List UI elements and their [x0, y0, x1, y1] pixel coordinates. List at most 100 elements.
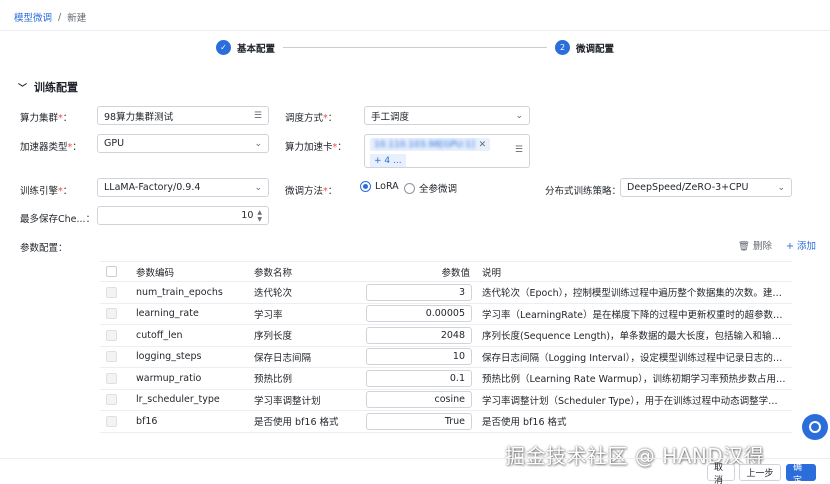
breadcrumb-parent-link[interactable]: 模型微调	[14, 10, 52, 24]
section-header-training-config[interactable]: ﹀ 训练配置	[18, 79, 78, 95]
check-icon: ✓	[216, 40, 231, 55]
row-checkbox[interactable]	[106, 351, 117, 363]
param-desc: 保存日志间隔（Logging Interval），设定模型训练过程中记录日志的间…	[476, 346, 792, 368]
step-label: 基本配置	[237, 43, 276, 55]
param-name: 学习率	[248, 303, 362, 325]
accel-card-tag: 10.110.103.98[GPU:1] ✕	[370, 138, 491, 151]
table-row: warmup_ratio 预热比例 0.1 预热比例（Learning Rate Wa…	[100, 367, 792, 390]
row-checkbox[interactable]	[106, 286, 117, 298]
param-name: 序列长度	[248, 324, 362, 347]
steps-bar: ✓ 基本配置 2 微调配置	[0, 39, 830, 57]
param-name: 预热比例	[248, 367, 362, 390]
accel-type-select[interactable]: GPU ⌄	[97, 134, 269, 153]
radio-unchecked-icon	[404, 182, 415, 194]
close-icon[interactable]: ✕	[479, 140, 487, 150]
confirm-button[interactable]: 确定	[786, 463, 816, 484]
chevron-down-icon: ▼	[257, 215, 262, 223]
param-desc: 学习率调整计划（Scheduler Type），用于在训练过程中动态调整学习..…	[476, 389, 792, 411]
list-icon: ☰	[253, 110, 262, 121]
table-row: lr_scheduler_type 学习率调整计划 cosine 学习率调整计划（Sc…	[100, 389, 792, 411]
table-header-row: 参数编码 参数名称 参数值 说明	[100, 261, 792, 282]
param-desc: 迭代轮次（Epoch），控制模型训练过程中遍历整个数据集的次数。建议...	[476, 281, 792, 304]
footer-bar	[0, 458, 830, 484]
accel-card-label: 算力加速卡*：	[285, 142, 347, 153]
param-desc: 预热比例（Learning Rate Warmup），训练初期学习率预热步数占用…	[476, 367, 792, 390]
step-basic-config[interactable]: ✓ 基本配置	[216, 40, 275, 55]
param-value-input[interactable]: 0.1	[366, 369, 472, 387]
radio-lora[interactable]: LoRA	[360, 181, 399, 192]
row-checkbox[interactable]	[106, 415, 117, 427]
param-code: logging_steps	[130, 346, 248, 368]
param-desc: 是否使用 bf16 格式	[476, 410, 792, 433]
chevron-up-icon: ▲	[257, 208, 262, 216]
row-checkbox[interactable]	[106, 308, 117, 320]
param-value-input[interactable]: 0.00005	[366, 305, 472, 323]
accel-card-more-tag[interactable]: + 4 ...	[370, 154, 406, 167]
param-desc: 学习率（LearningRate）是在梯度下降的过程中更新权重时的超参数，...	[476, 303, 792, 325]
radio-full-finetune[interactable]: 全参微调	[404, 181, 457, 195]
accel-type-label: 加速器类型*：	[20, 142, 82, 153]
step-label: 微调配置	[576, 43, 615, 55]
schedule-value: 手工调度	[371, 111, 410, 123]
col-header-value: 参数值	[362, 261, 476, 282]
schedule-select[interactable]: 手工调度 ⌄	[364, 106, 530, 125]
cancel-button[interactable]: 取消	[707, 463, 735, 484]
select-all-checkbox[interactable]	[106, 266, 117, 277]
strategy-value: DeepSpeed/ZeRO-3+CPU	[627, 182, 749, 193]
param-code: num_train_epochs	[130, 281, 248, 304]
keep-label: 最多保存Che...：	[20, 214, 96, 225]
breadcrumb-separator: /	[58, 11, 62, 23]
param-name: 迭代轮次	[248, 281, 362, 304]
strategy-select[interactable]: DeepSpeed/ZeRO-3+CPU ⌄	[620, 178, 792, 197]
engine-value: LLaMA-Factory/0.9.4	[104, 182, 201, 193]
param-value-input[interactable]: 3	[366, 283, 472, 301]
row-checkbox[interactable]	[106, 394, 117, 406]
param-value-input[interactable]: 2048	[366, 326, 472, 344]
delete-button[interactable]: 🗑 删除	[738, 238, 772, 252]
prev-step-button[interactable]: 上一步	[739, 464, 781, 481]
param-code: lr_scheduler_type	[130, 389, 248, 411]
row-checkbox[interactable]	[106, 372, 117, 384]
params-table: 参数编码 参数名称 参数值 说明 num_train_epochs 迭代轮次 3 迭代…	[100, 261, 792, 433]
step-finetune-config[interactable]: 2 微调配置	[555, 40, 614, 55]
param-name: 学习率调整计划	[248, 389, 362, 411]
cluster-value: 98算力集群测试	[104, 111, 174, 123]
plus-icon: +	[785, 241, 794, 252]
table-row: bf16 是否使用 bf16 格式 True 是否使用 bf16 格式	[100, 410, 792, 433]
col-header-name: 参数名称	[248, 261, 362, 282]
accel-type-value: GPU	[104, 138, 125, 149]
chat-icon	[809, 421, 821, 433]
cluster-select[interactable]: 98算力集群测试 ☰	[97, 106, 269, 125]
breadcrumb-current: 新建	[67, 13, 87, 24]
table-row: num_train_epochs 迭代轮次 3 迭代轮次（Epoch），控制模型训练过…	[100, 281, 792, 304]
accel-card-multiselect[interactable]: 10.110.103.98[GPU:1] ✕ + 4 ... ☰	[364, 134, 530, 168]
chevron-down-icon: ⌄	[777, 182, 785, 193]
chevron-down-icon: ﹀	[18, 83, 28, 94]
radio-lora-label: LoRA	[375, 181, 399, 192]
list-icon: ☰	[514, 145, 523, 155]
row-checkbox[interactable]	[106, 329, 117, 341]
engine-select[interactable]: LLaMA-Factory/0.9.4 ⌄	[97, 178, 269, 197]
param-value-input[interactable]: True	[366, 412, 472, 430]
chevron-down-icon: ⌄	[515, 110, 523, 121]
breadcrumb: 模型微调 / 新建	[14, 10, 87, 25]
radio-checked-icon	[360, 181, 371, 192]
table-row: cutoff_len 序列长度 2048 序列长度(Sequence Length)，…	[100, 324, 792, 347]
stepper-arrows[interactable]: ▲ ▼	[257, 209, 262, 223]
table-row: learning_rate 学习率 0.00005 学习率（LearningRate）…	[100, 303, 792, 325]
schedule-label: 调度方式*：	[285, 113, 338, 124]
table-row: logging_steps 保存日志间隔 10 保存日志间隔（Logging Inte…	[100, 346, 792, 368]
add-button[interactable]: + 添加	[786, 238, 816, 252]
param-code: learning_rate	[130, 303, 248, 325]
param-name: 是否使用 bf16 格式	[248, 410, 362, 433]
param-value-input[interactable]: 10	[366, 348, 472, 366]
param-name: 保存日志间隔	[248, 346, 362, 368]
step-number: 2	[555, 40, 570, 55]
header-divider	[0, 30, 830, 31]
keep-checkpoint-stepper[interactable]: 10 ▲ ▼	[97, 206, 269, 225]
param-code: cutoff_len	[130, 324, 248, 347]
param-value-input[interactable]: cosine	[366, 391, 472, 409]
step-connector	[283, 47, 547, 48]
accel-card-tag-label: 10.110.103.98[GPU:1]	[374, 139, 475, 150]
assistant-float-button[interactable]	[802, 414, 828, 440]
